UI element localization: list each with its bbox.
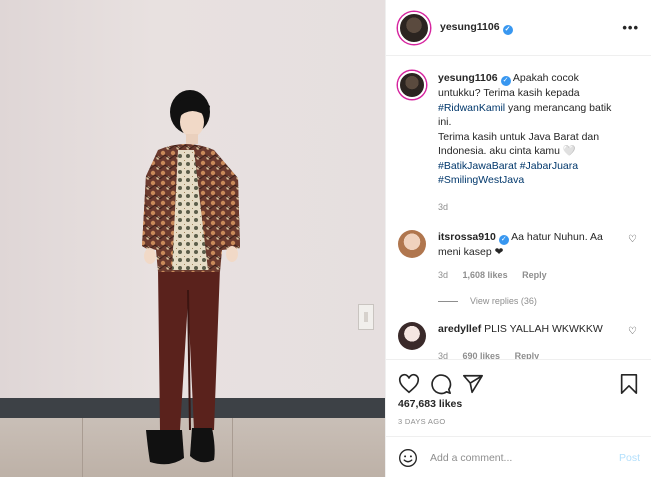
bookmark-icon[interactable] (618, 373, 640, 395)
view-replies-button[interactable]: View replies (36) (438, 296, 640, 306)
hashtag-link[interactable]: #JabarJuara (520, 160, 578, 172)
add-comment-bar: Post (386, 436, 651, 477)
hashtag-link[interactable]: #SmilingWestJava (438, 174, 524, 186)
commenter-username[interactable]: itsrossa910 (438, 231, 496, 243)
author-avatar[interactable] (398, 11, 430, 44)
likes-count[interactable]: 467,683 likes (386, 398, 651, 410)
comment-row: itsrossa910 ✓ Aa hatur Nuhun. Aa meni kas… (398, 230, 640, 282)
reply-button[interactable]: Reply (522, 270, 547, 280)
comment-like-heart-icon[interactable]: ♡ (628, 230, 640, 282)
share-paper-plane-icon[interactable] (462, 373, 484, 395)
post-photo[interactable] (0, 0, 385, 477)
add-comment-input[interactable] (430, 451, 600, 464)
caption-author-avatar[interactable] (398, 71, 426, 99)
comment-likes[interactable]: 1,608 likes (463, 270, 508, 280)
emoji-smiley-icon[interactable] (398, 448, 418, 468)
reply-button[interactable]: Reply (515, 351, 540, 360)
comment-meta: 3d 1,608 likes Reply (438, 268, 623, 283)
author-username[interactable]: yesung1106 ✓ (440, 21, 513, 35)
commenter-avatar[interactable] (398, 322, 426, 350)
post-header: yesung1106 ✓ ••• (386, 0, 651, 56)
comment-body: aredyllef PLIS YALLAH WKWKKW 3d 690 like… (438, 322, 623, 359)
caption-age[interactable]: 3d (438, 202, 448, 212)
comment-row: aredyllef PLIS YALLAH WKWKKW 3d 690 like… (398, 322, 640, 359)
more-options-icon[interactable]: ••• (622, 20, 639, 35)
commenter-avatar[interactable] (398, 230, 426, 258)
comment-meta: 3d 690 likes Reply (438, 349, 623, 360)
verified-badge-icon: ✓ (502, 24, 513, 35)
post-actions: 467,683 likes 3 DAYS AGO Post (386, 359, 651, 477)
post-comment-button[interactable]: Post (619, 452, 640, 464)
verified-badge-icon: ✓ (498, 235, 509, 245)
comment-likes[interactable]: 690 likes (463, 351, 501, 360)
caption-text: Terima kasih untuk Java Barat dan Indone… (438, 130, 600, 158)
post-detail-panel: yesung1106 ✓ ••• yesung1106 ✓ Apakah cocok… (385, 0, 651, 477)
replies-divider (438, 300, 458, 302)
comment-bubble-icon[interactable] (430, 373, 452, 395)
caption-body: yesung1106 ✓ Apakah cocok untukku? Terima… (438, 71, 623, 214)
verified-badge-icon: ✓ (500, 76, 511, 86)
mention-link[interactable]: #RidwanKamil (438, 102, 505, 114)
caption-username[interactable]: yesung1106 (438, 72, 498, 84)
hashtag-link[interactable]: #BatikJawaBarat (438, 160, 517, 172)
comment-age[interactable]: 3d (438, 351, 448, 360)
post-date[interactable]: 3 DAYS AGO (386, 417, 651, 426)
comments-list[interactable]: yesung1106 ✓ Apakah cocok untukku? Terima… (386, 57, 651, 359)
action-icons-row (386, 360, 651, 398)
commenter-username[interactable]: aredyllef (438, 323, 481, 335)
person-figure (142, 90, 240, 465)
caption-row: yesung1106 ✓ Apakah cocok untukku? Terima… (398, 71, 640, 214)
comment-text: PLIS YALLAH WKWKKW (484, 323, 603, 335)
like-heart-icon[interactable] (398, 373, 420, 395)
caption-meta: 3d (438, 200, 623, 215)
comment-body: itsrossa910 ✓ Aa hatur Nuhun. Aa meni kas… (438, 230, 623, 282)
view-replies-label: View replies (36) (470, 296, 537, 306)
comment-age[interactable]: 3d (438, 270, 448, 280)
comment-like-heart-icon[interactable]: ♡ (628, 322, 640, 359)
